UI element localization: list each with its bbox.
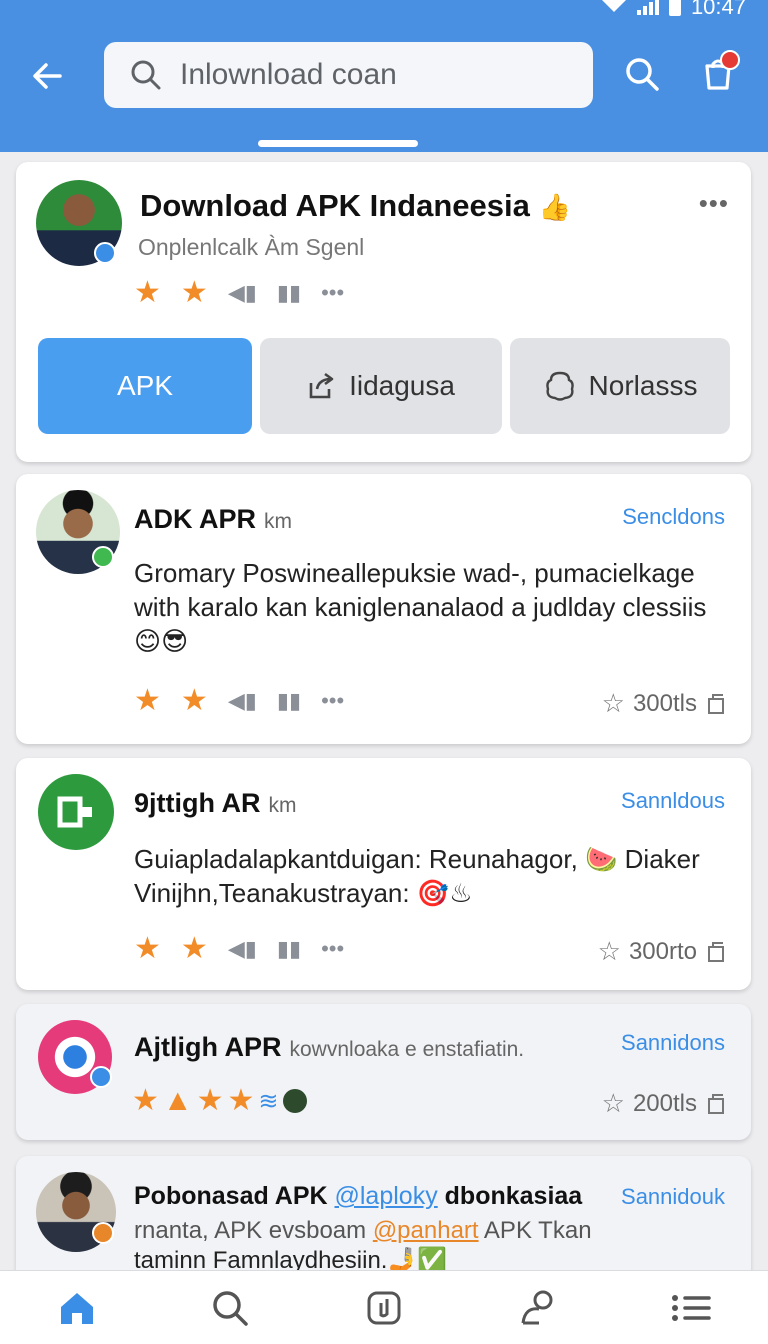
post-card[interactable]: 9jttigh AR km Sannldous Guiapladalapkantd… [16, 758, 751, 990]
star-icon: ★ [180, 276, 208, 309]
star-icon: ★ [196, 1084, 224, 1117]
tab-indicator [258, 140, 418, 147]
verified-badge-icon [94, 242, 116, 264]
arrow-left-icon [33, 63, 62, 89]
thumbs-up-icon: 👍 [538, 192, 571, 222]
nav-search[interactable] [200, 1278, 260, 1338]
more-icon[interactable]: ••• [321, 936, 344, 962]
post-text: Guiapladalapkantduigan: Reunahagor, 🍉 Di… [134, 844, 700, 908]
back-button[interactable] [24, 52, 72, 100]
app-logo-icon[interactable] [38, 774, 114, 850]
profile-icon [521, 1290, 553, 1324]
star-icon: ★ [227, 1084, 255, 1117]
nav-home[interactable] [47, 1278, 107, 1338]
flag-icon[interactable]: ▮▮ [277, 280, 301, 306]
follow-link[interactable]: Sannldous [621, 788, 725, 814]
search-icon [626, 58, 659, 91]
rating-row: ★ ★ ◀▮ ▮▮ ••• [134, 278, 344, 308]
post-author: 9jttigh AR km [134, 788, 297, 818]
rating-row: ★ ★ ◀▮ ▮▮ ••• [134, 934, 344, 964]
wave-icon: ≋ [258, 1087, 279, 1115]
card-title: Download APK Indaneesia 👍 [140, 188, 571, 223]
library-icon [367, 1291, 401, 1324]
follow-link[interactable]: Sannidons [621, 1030, 725, 1056]
star-outline-icon: ☆ [601, 688, 625, 718]
follow-link[interactable]: Sannidouk [621, 1184, 725, 1210]
star-icon: ★ [180, 684, 208, 717]
follow-link[interactable]: Sencldons [622, 504, 725, 530]
flag-icon[interactable]: ▮▮ [277, 936, 301, 962]
likes-count[interactable]: ☆ 300rto [598, 936, 727, 967]
bottom-navigation [0, 1270, 768, 1344]
verified-badge-icon [90, 1066, 112, 1088]
wifi-icon [601, 0, 627, 20]
share-icon [309, 372, 334, 399]
likes-count[interactable]: ☆ 200tls [602, 1088, 727, 1119]
nav-menu[interactable] [661, 1278, 721, 1338]
star-icon: ★ [180, 932, 208, 965]
phone-badge-icon [92, 546, 114, 568]
star-icon: ★ [132, 1084, 159, 1117]
post-text: rnanta, APK evsboam @panhart APK Tkan [134, 1217, 592, 1244]
star-icon: ★ [134, 276, 161, 309]
notification-badge [720, 50, 740, 70]
plant-icon [282, 1089, 307, 1113]
menu-icon [672, 1294, 711, 1321]
nav-profile[interactable] [508, 1278, 568, 1338]
signal-icon [636, 0, 659, 15]
post-author: ADK APR km [134, 504, 293, 534]
search-icon [213, 1290, 249, 1326]
star-outline-icon: ☆ [601, 1088, 625, 1118]
header-search-button[interactable] [618, 50, 666, 98]
speaker-icon[interactable]: ◀▮ [228, 936, 257, 962]
post-text: Gromary Poswineallepuksie wad-, pumaciel… [134, 558, 707, 656]
post-card[interactable]: Ajtligh APR kowvnloaka e enstafiatin. San… [16, 1004, 751, 1140]
copy-icon [708, 693, 724, 714]
search-icon [131, 60, 161, 90]
flame-badge-icon [92, 1222, 114, 1244]
segment-share[interactable]: Iidagusa [260, 338, 502, 434]
search-input[interactable] [180, 58, 560, 92]
status-time: 10:47 [690, 0, 746, 19]
battery-icon [668, 0, 681, 16]
star-icon: ★ [134, 684, 161, 717]
more-icon[interactable]: ••• [321, 688, 344, 714]
copy-icon [708, 1093, 724, 1114]
flag-icon[interactable]: ▮▮ [277, 688, 301, 714]
nav-library[interactable] [354, 1278, 414, 1338]
speaker-icon[interactable]: ◀▮ [228, 688, 257, 714]
notifications-button[interactable] [694, 50, 742, 98]
home-icon [60, 1292, 93, 1324]
post-card[interactable]: ADK APR km Sencldons Gromary Poswineallep… [16, 474, 751, 744]
copy-icon [708, 941, 724, 962]
rating-row: ★ ★ ◀▮ ▮▮ ••• [134, 686, 344, 716]
post-author: Pobonasad APK @laploky dbonkasiaa [134, 1182, 583, 1210]
app-header: 10:47 [0, 0, 768, 152]
post-author: Ajtligh APR kowvnloaka e enstafiatin. [134, 1032, 525, 1062]
more-options-icon[interactable]: ••• [699, 188, 729, 219]
search-bar[interactable] [104, 42, 593, 108]
card-subtitle: Onplenlcalk Àm Sgenl [138, 234, 365, 260]
bookmark-icon [545, 371, 574, 401]
rating-row: ★ ▲ ★ ★ ≋ [132, 1086, 307, 1116]
segment-apk[interactable]: APK [38, 338, 252, 434]
featured-card: Download APK Indaneesia 👍 ••• Onplenlcal… [16, 162, 751, 462]
star-outline-icon: ☆ [597, 936, 621, 966]
speaker-icon[interactable]: ◀▮ [228, 280, 257, 306]
likes-count[interactable]: ☆ 300tls [602, 688, 727, 719]
more-icon[interactable]: ••• [321, 280, 344, 306]
status-bar: 10:47 [601, 0, 746, 20]
star-icon: ★ [134, 932, 161, 965]
star-icon: ▲ [162, 1084, 193, 1117]
segment-favorites[interactable]: Norlasss [510, 338, 730, 434]
